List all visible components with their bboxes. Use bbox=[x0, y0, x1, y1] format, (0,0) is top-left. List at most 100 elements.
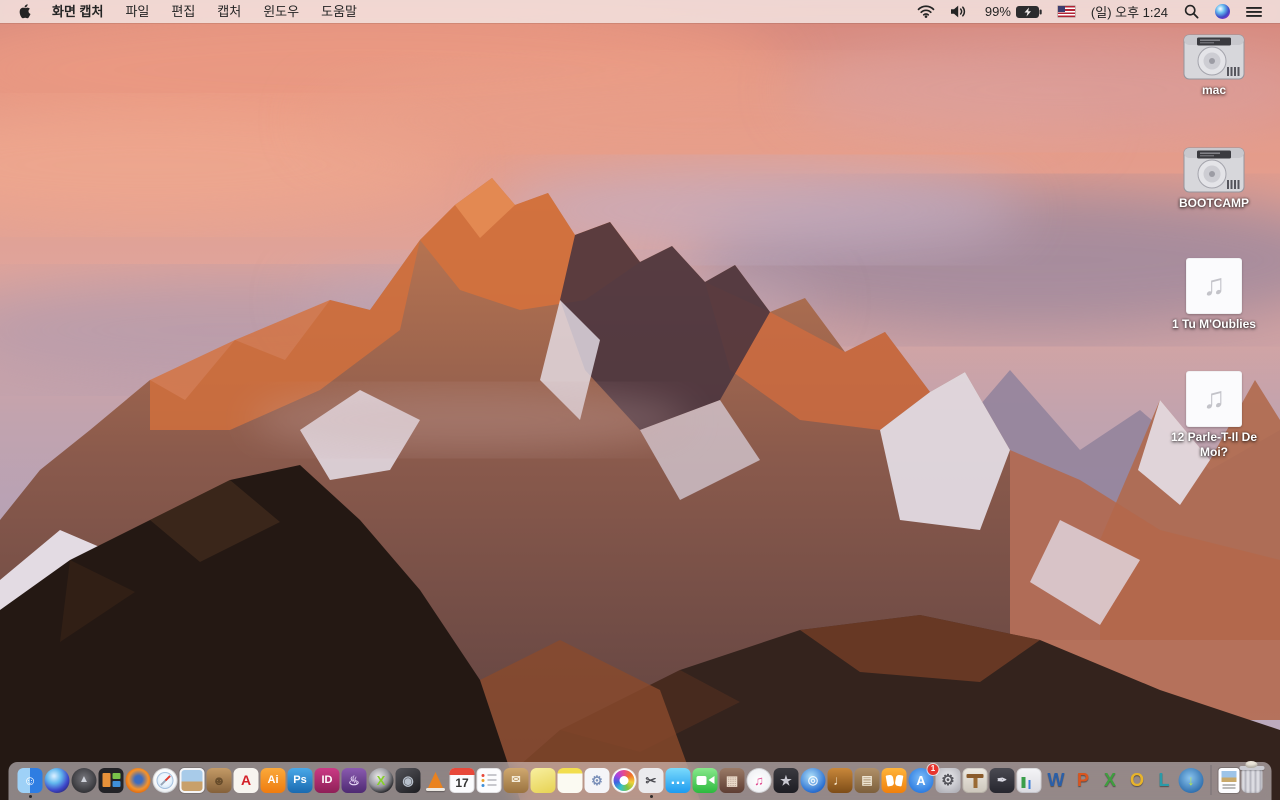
indesign-glyph: ID bbox=[321, 773, 333, 786]
dock-numbers-icon[interactable] bbox=[1016, 767, 1042, 793]
dock-unarchiver-icon[interactable]: ✉ bbox=[503, 767, 529, 793]
finder-glyph: ☺ bbox=[23, 772, 37, 788]
dock-idvd-icon[interactable]: ◎ bbox=[800, 767, 826, 793]
dock-stickies-icon[interactable] bbox=[530, 767, 556, 793]
dock-messages-icon[interactable]: … bbox=[665, 767, 691, 793]
system-preferences-glyph: ⚙ bbox=[941, 771, 955, 789]
dock-acrobat-icon[interactable]: A bbox=[233, 767, 259, 793]
music-file-icon: ♫ bbox=[1186, 371, 1242, 427]
wifi-icon[interactable] bbox=[909, 0, 943, 23]
dock-app-store-icon[interactable]: A1 bbox=[908, 763, 939, 793]
ms-outlook-glyph: O bbox=[1129, 770, 1144, 790]
music-file-icon: ♫ bbox=[1186, 258, 1242, 314]
dock-ms-excel-icon[interactable]: X bbox=[1098, 768, 1123, 793]
dock-system-preferences-icon[interactable]: ⚙ bbox=[935, 767, 961, 793]
apple-logo-icon bbox=[19, 4, 31, 19]
desktop-wallpaper bbox=[0, 0, 1280, 800]
desktop-icon-label: 12 Parle-T-Il De Moi? bbox=[1170, 430, 1258, 459]
ms-powerpoint-glyph: P bbox=[1076, 770, 1089, 790]
dock-divider bbox=[1210, 765, 1212, 795]
dock-notes-icon[interactable] bbox=[557, 767, 583, 793]
dock-imovie-icon[interactable]: ★ bbox=[773, 767, 799, 793]
pages-glyph: ✒ bbox=[996, 773, 1008, 787]
dock-keynote-icon[interactable] bbox=[962, 767, 988, 793]
xld-glyph: X bbox=[376, 772, 386, 788]
pinboard-documents-glyph: ▤ bbox=[861, 773, 873, 787]
sierra-mountain-art bbox=[0, 0, 1280, 800]
dock-disc-burner-icon[interactable]: ◉ bbox=[395, 767, 421, 793]
spotlight-search-icon[interactable] bbox=[1176, 0, 1207, 23]
battery-percent-label: 99% bbox=[984, 4, 1011, 19]
notification-center-icon[interactable] bbox=[1238, 0, 1270, 23]
dock-document-file-icon[interactable] bbox=[1218, 767, 1240, 793]
apple-menu[interactable] bbox=[12, 4, 41, 19]
dock-illustrator-icon[interactable]: Ai bbox=[260, 767, 286, 793]
dock-ms-word-icon[interactable]: W bbox=[1044, 768, 1069, 793]
dock-toast-titanium-icon[interactable]: ♨ bbox=[341, 767, 367, 793]
web-downloader-glyph: ↓ bbox=[1187, 772, 1195, 788]
dock-firefox-icon[interactable] bbox=[125, 767, 151, 793]
idvd-glyph: ◎ bbox=[807, 773, 819, 787]
dock-pinboard-documents-icon[interactable]: ▤ bbox=[854, 767, 880, 793]
dock-trash-full-icon[interactable] bbox=[1239, 760, 1265, 793]
desktop-icon-audio-file-12[interactable]: ♫ 12 Parle-T-Il De Moi? bbox=[1158, 371, 1270, 460]
dock-itunes-icon[interactable]: ♫ bbox=[746, 767, 772, 793]
desktop-icon-volume-mac[interactable]: mac bbox=[1158, 34, 1270, 98]
desktop-icon-label: BOOTCAMP bbox=[1179, 196, 1249, 210]
menu-item[interactable]: 파일 bbox=[114, 0, 160, 23]
menu-item[interactable]: 도움말 bbox=[310, 0, 368, 23]
calendar-glyph: 17 bbox=[455, 776, 469, 790]
grab-glyph: ✂ bbox=[645, 772, 657, 788]
messages-glyph: … bbox=[670, 771, 686, 788]
macos-desktop: 화면 캡처 파일 편집 캡처 윈도우 도움말 99% (일) 오후 1:24 m… bbox=[0, 0, 1280, 800]
menu-item[interactable]: 캡처 bbox=[206, 0, 252, 23]
dock-photoshop-icon[interactable]: Ps bbox=[287, 767, 313, 793]
imovie-glyph: ★ bbox=[780, 772, 792, 788]
dock: ☺ ▲ ☻ A Ai Ps ID ♨ X ◉ 17 ✉ ⚙ ✂… ▦ ♫ ★ ◎ ♩ ▤ A 1 ⚙ ✒ W P X O L ↓ bbox=[8, 760, 1272, 800]
desktop-icon-label: mac bbox=[1201, 83, 1227, 97]
disc-burner-glyph: ◉ bbox=[402, 772, 414, 788]
battery-charging-icon bbox=[1015, 5, 1042, 18]
dock-photos-icon[interactable] bbox=[611, 767, 637, 793]
app-store-badge: 1 bbox=[927, 763, 939, 775]
dock-ibooks-icon[interactable] bbox=[881, 767, 907, 793]
desktop-icon-volume-bootcamp[interactable]: BOOTCAMP bbox=[1158, 147, 1270, 211]
menu-bar-clock[interactable]: (일) 오후 1:24 bbox=[1083, 0, 1176, 23]
dock-vlc-icon[interactable] bbox=[423, 768, 448, 793]
dock-preview-icon[interactable] bbox=[179, 767, 205, 793]
dock-finder-icon[interactable]: ☺ bbox=[17, 767, 43, 793]
menu-list: 파일 편집 캡처 윈도우 도움말 bbox=[114, 0, 368, 23]
menu-item[interactable]: 편집 bbox=[160, 0, 206, 23]
battery-status[interactable]: 99% bbox=[977, 0, 1050, 23]
dock-image-capture-icon[interactable]: ⚙ bbox=[584, 767, 610, 793]
dock-safari-icon[interactable] bbox=[152, 767, 178, 793]
dock-facetime-icon[interactable] bbox=[692, 767, 718, 793]
dock-ms-outlook-icon[interactable]: O bbox=[1125, 768, 1150, 793]
siri-icon[interactable] bbox=[1207, 0, 1238, 23]
dock-web-downloader-icon[interactable]: ↓ bbox=[1178, 767, 1204, 793]
dock-launchpad-icon[interactable]: ▲ bbox=[71, 767, 97, 793]
dock-pages-icon[interactable]: ✒ bbox=[989, 767, 1015, 793]
app-store-glyph: A bbox=[916, 772, 926, 788]
dock-reminders-icon[interactable] bbox=[476, 767, 502, 793]
dock-siri-icon[interactable] bbox=[44, 767, 70, 793]
dock-photo-booth-icon[interactable]: ▦ bbox=[719, 767, 745, 793]
dock-contacts-icon[interactable]: ☻ bbox=[206, 767, 232, 793]
us-flag-input-icon[interactable] bbox=[1050, 0, 1083, 23]
dock-ms-lync-icon[interactable]: L bbox=[1152, 768, 1177, 793]
app-menu-title[interactable]: 화면 캡처 bbox=[41, 0, 114, 23]
menu-item[interactable]: 윈도우 bbox=[252, 0, 310, 23]
ms-excel-glyph: X bbox=[1103, 770, 1116, 790]
dock-indesign-icon[interactable]: ID bbox=[314, 767, 340, 793]
menu-bar: 화면 캡처 파일 편집 캡처 윈도우 도움말 99% (일) 오후 1:24 bbox=[0, 0, 1280, 23]
hard-drive-icon bbox=[1183, 34, 1245, 80]
dock-xld-icon[interactable]: X bbox=[368, 767, 394, 793]
dock-garageband-icon[interactable]: ♩ bbox=[827, 767, 853, 793]
dock-calendar-icon[interactable]: 17 bbox=[449, 767, 475, 793]
desktop-icon-audio-file-1[interactable]: ♫ 1 Tu M'Oublies bbox=[1158, 258, 1270, 332]
dock-ms-powerpoint-icon[interactable]: P bbox=[1071, 768, 1096, 793]
illustrator-glyph: Ai bbox=[267, 773, 279, 786]
dock-mission-control-icon[interactable] bbox=[98, 767, 124, 793]
volume-icon[interactable] bbox=[943, 0, 977, 23]
dock-grab-icon[interactable]: ✂ bbox=[638, 767, 664, 793]
